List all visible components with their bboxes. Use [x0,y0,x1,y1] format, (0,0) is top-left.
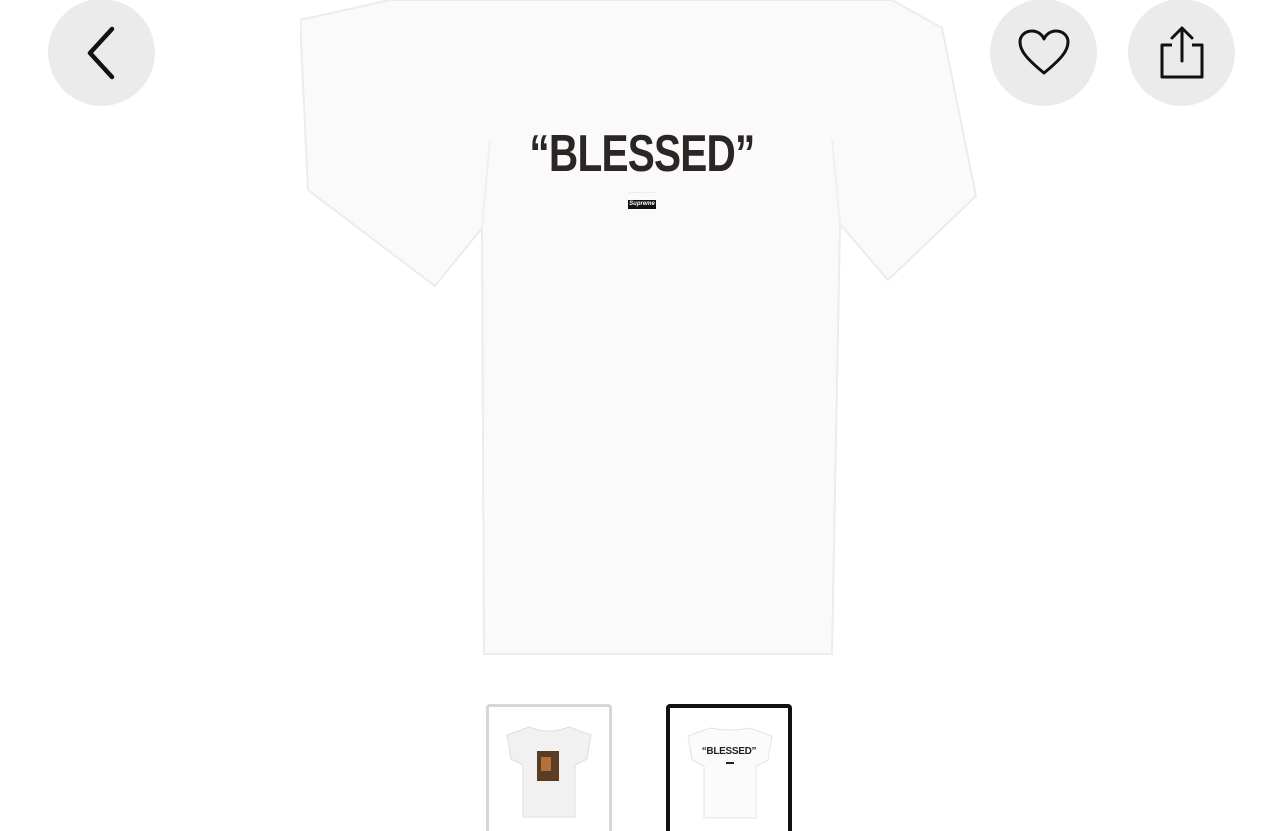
supreme-logo: Supreme [628,200,656,209]
thumbnail-print-text: “BLESSED” [701,746,757,757]
tshirt-back-thumbnail [687,727,773,819]
chevron-left-icon [82,25,122,81]
shirt-print-text: “BLESSED” [529,125,755,183]
tshirt-front-thumbnail [506,726,592,818]
share-button[interactable] [1128,0,1235,106]
shirt-fine-print: · · · · · · · · · [628,190,656,196]
heart-icon [1017,29,1071,77]
product-gallery-screen: “BLESSED” · · · · · · · · · Supreme “BLE… [0,0,1284,831]
thumbnail-back[interactable]: “BLESSED” [666,704,792,831]
tshirt-back-image [300,0,978,655]
back-button[interactable] [48,0,155,106]
favorite-button[interactable] [990,0,1097,106]
product-main-image[interactable]: “BLESSED” · · · · · · · · · Supreme [300,0,984,660]
share-icon [1158,25,1206,81]
thumbnail-front[interactable] [486,704,612,831]
